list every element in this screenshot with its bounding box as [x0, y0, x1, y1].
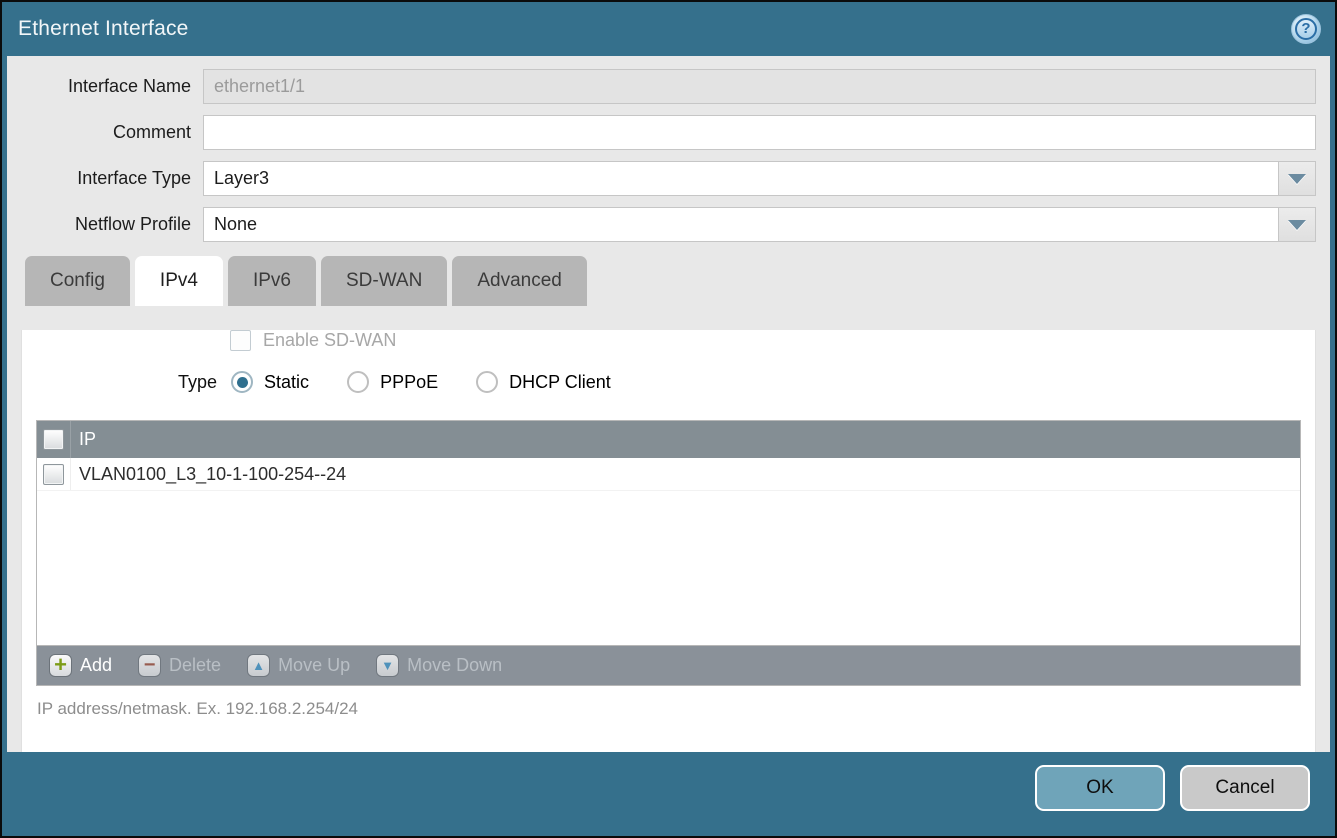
- ip-table-body: VLAN0100_L3_10-1-100-254--24: [37, 458, 1300, 645]
- interface-name-input: [203, 69, 1316, 104]
- type-radio-group: Type Static PPPoE DHCP Client: [178, 371, 1315, 393]
- dialog-titlebar: Ethernet Interface ?: [2, 2, 1335, 56]
- radio-static-label: Static: [264, 372, 309, 393]
- move-up-button-label: Move Up: [278, 655, 350, 676]
- interface-type-label: Interface Type: [21, 168, 203, 189]
- interface-name-row: Interface Name: [21, 69, 1316, 104]
- move-down-button-label: Move Down: [407, 655, 502, 676]
- dialog-content: Interface Name Comment Interface Type La…: [7, 56, 1330, 752]
- ip-column-header: IP: [71, 429, 96, 450]
- dialog-title: Ethernet Interface: [18, 17, 189, 41]
- netflow-profile-dropdown[interactable]: None: [203, 207, 1316, 242]
- row-checkbox-cell: [37, 458, 71, 490]
- move-down-button[interactable]: ▼ Move Down: [376, 654, 502, 677]
- interface-type-dropdown-button[interactable]: [1278, 161, 1316, 196]
- type-label: Type: [178, 372, 217, 393]
- ip-table-toolbar: + Add − Delete ▲ Move Up ▼ Move Down: [36, 646, 1301, 686]
- ethernet-interface-dialog: Ethernet Interface ? Interface Name Comm…: [0, 0, 1337, 838]
- tab-bar: Config IPv4 IPv6 SD-WAN Advanced: [25, 256, 1316, 306]
- netflow-profile-dropdown-button[interactable]: [1278, 207, 1316, 242]
- ip-address-value[interactable]: VLAN0100_L3_10-1-100-254--24: [71, 464, 346, 485]
- radio-dhcp-client[interactable]: DHCP Client: [476, 371, 611, 393]
- radio-pppoe-icon[interactable]: [347, 371, 369, 393]
- radio-pppoe-label: PPPoE: [380, 372, 438, 393]
- ok-button[interactable]: OK: [1035, 765, 1165, 811]
- interface-type-value[interactable]: Layer3: [203, 161, 1278, 196]
- delete-button-label: Delete: [169, 655, 221, 676]
- cancel-button[interactable]: Cancel: [1180, 765, 1310, 811]
- ip-table-header: IP: [37, 421, 1300, 458]
- comment-input[interactable]: [203, 115, 1316, 150]
- select-all-checkbox[interactable]: [43, 429, 64, 450]
- tab-sdwan[interactable]: SD-WAN: [321, 256, 447, 306]
- enable-sdwan-checkbox: [230, 330, 251, 351]
- add-button[interactable]: + Add: [49, 654, 112, 677]
- ipv4-tab-panel: Enable SD-WAN Type Static PPPoE DHCP Cli…: [21, 330, 1316, 752]
- arrow-down-icon: ▼: [376, 654, 399, 677]
- minus-icon: −: [138, 654, 161, 677]
- radio-static[interactable]: Static: [231, 371, 309, 393]
- interface-type-row: Interface Type Layer3: [21, 161, 1316, 196]
- enable-sdwan-row: Enable SD-WAN: [230, 330, 1315, 351]
- comment-label: Comment: [21, 122, 203, 143]
- radio-static-icon[interactable]: [231, 371, 253, 393]
- row-checkbox[interactable]: [43, 464, 64, 485]
- move-up-button[interactable]: ▲ Move Up: [247, 654, 350, 677]
- tab-config[interactable]: Config: [25, 256, 130, 306]
- enable-sdwan-label: Enable SD-WAN: [263, 330, 396, 351]
- chevron-down-icon: [1288, 174, 1306, 184]
- radio-pppoe[interactable]: PPPoE: [347, 371, 438, 393]
- tab-ipv4[interactable]: IPv4: [135, 256, 223, 306]
- ip-format-hint: IP address/netmask. Ex. 192.168.2.254/24: [22, 686, 1315, 719]
- tab-advanced[interactable]: Advanced: [452, 256, 587, 306]
- ip-table: IP VLAN0100_L3_10-1-100-254--24: [36, 420, 1301, 646]
- add-button-label: Add: [80, 655, 112, 676]
- interface-type-dropdown[interactable]: Layer3: [203, 161, 1316, 196]
- table-row[interactable]: VLAN0100_L3_10-1-100-254--24: [37, 458, 1300, 491]
- arrow-up-icon: ▲: [247, 654, 270, 677]
- help-icon[interactable]: ?: [1291, 14, 1321, 44]
- netflow-profile-label: Netflow Profile: [21, 214, 203, 235]
- comment-row: Comment: [21, 115, 1316, 150]
- tab-ipv6[interactable]: IPv6: [228, 256, 316, 306]
- plus-icon: +: [49, 654, 72, 677]
- dialog-footer: OK Cancel: [2, 752, 1335, 836]
- interface-name-label: Interface Name: [21, 76, 203, 97]
- question-mark-icon: ?: [1295, 18, 1317, 40]
- chevron-down-icon: [1288, 220, 1306, 230]
- netflow-profile-value[interactable]: None: [203, 207, 1278, 242]
- delete-button[interactable]: − Delete: [138, 654, 221, 677]
- netflow-profile-row: Netflow Profile None: [21, 207, 1316, 242]
- radio-dhcp-client-label: DHCP Client: [509, 372, 611, 393]
- radio-dhcp-client-icon[interactable]: [476, 371, 498, 393]
- ip-table-select-all-cell: [37, 421, 71, 458]
